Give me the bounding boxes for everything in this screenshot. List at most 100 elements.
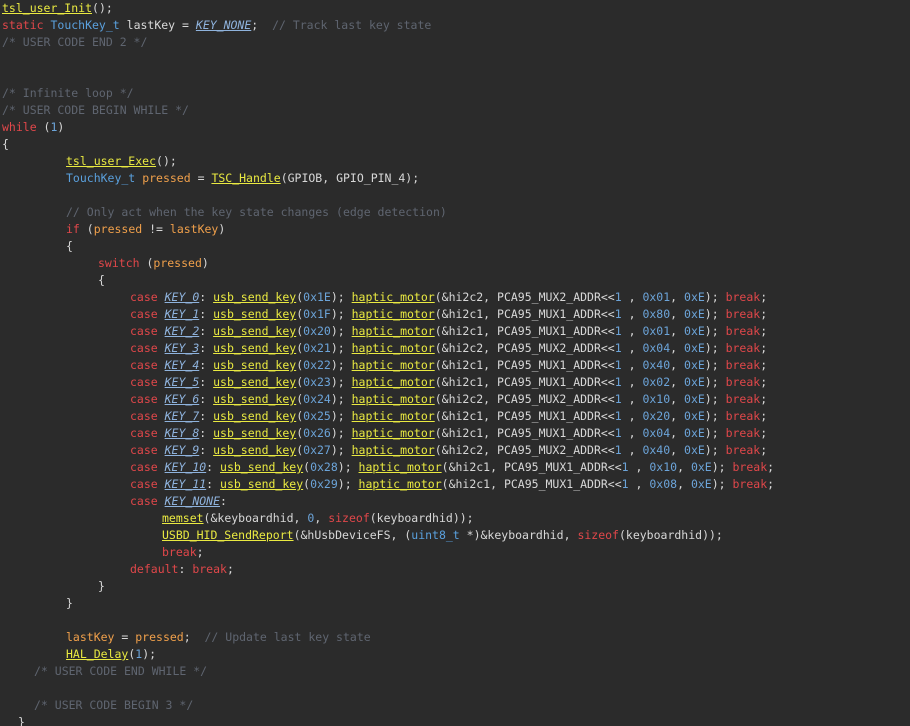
code-token: ; [760, 324, 768, 338]
type-token: TouchKey_t [50, 18, 120, 32]
code-token: ; [760, 307, 768, 321]
code-editor[interactable]: tsl_user_Init(); static TouchKey_t lastKe… [0, 0, 910, 726]
code-token: ); [704, 307, 726, 321]
comment-token: /* USER CODE BEGIN WHILE */ [2, 103, 189, 117]
code-line: USBD_HID_SendReport(&hUsbDeviceFS, (uint… [162, 527, 723, 544]
function-token: haptic_motor [351, 392, 435, 406]
function-token: usb_send_key [213, 341, 297, 355]
code-token: : [199, 409, 214, 423]
macro-token: KEY_10 [164, 460, 207, 474]
code-token: , [621, 409, 643, 423]
code-token: , [621, 341, 643, 355]
number-token: 1 [621, 460, 629, 474]
code-token: { [66, 239, 73, 253]
code-token: } [98, 579, 105, 593]
number-token: 1 [614, 375, 622, 389]
number-token: 0xE [684, 358, 705, 372]
function-token: usb_send_key [213, 443, 297, 457]
keyword-token: break [192, 562, 227, 576]
variable-token: lastKey [169, 222, 219, 236]
code-token: ); [704, 341, 726, 355]
code-line: } [66, 595, 73, 612]
code-line: // Only act when the key state changes (… [66, 204, 447, 221]
comment-token: /* USER CODE END 2 */ [2, 35, 148, 49]
code-line: /* USER CODE END WHILE */ [34, 663, 207, 680]
code-line: { [98, 272, 105, 289]
function-token: haptic_motor [351, 426, 435, 440]
code-line: /* Infinite loop */ [2, 85, 134, 102]
number-token: 0x40 [642, 358, 671, 372]
code-token: : [220, 494, 227, 508]
code-token: ; [760, 426, 768, 440]
code-token: ; [767, 477, 775, 491]
code-token: , [628, 477, 650, 491]
keyword-token: while [2, 120, 37, 134]
code-token: , [677, 460, 691, 474]
code-token: , [628, 460, 650, 474]
keyword-token: case [130, 494, 165, 508]
number-token: 0x02 [642, 375, 671, 389]
code-token: ); [330, 290, 352, 304]
macro-token: KEY_NONE [195, 18, 252, 32]
code-token: ) [218, 222, 226, 236]
variable-token: lastKey [66, 630, 115, 644]
macro-token: KEY_11 [164, 477, 207, 491]
number-token: 0xE [690, 477, 712, 491]
function-token: haptic_motor [358, 460, 442, 474]
macro-token: KEY_NONE [164, 494, 221, 508]
code-token: ); [337, 477, 359, 491]
function-token: haptic_motor [351, 409, 435, 423]
code-token: : [199, 324, 214, 338]
code-line: tsl_user_Init(); [2, 0, 113, 17]
code-token: ); [330, 324, 352, 338]
macro-token: KEY_8 [164, 426, 200, 440]
function-token: usb_send_key [213, 290, 297, 304]
code-token: { [98, 273, 105, 287]
function-token: haptic_motor [351, 324, 435, 338]
code-token: ); [704, 443, 726, 457]
code-token: ); [142, 647, 157, 661]
number-token: 0x22 [303, 358, 331, 372]
macro-token: KEY_0 [164, 290, 200, 304]
code-token: = [190, 171, 212, 185]
code-line: } [18, 714, 25, 726]
number-token: 1 [614, 290, 622, 304]
code-line: tsl_user_Exec(); [66, 153, 177, 170]
comment-token: /* Infinite loop */ [2, 86, 134, 100]
number-token: 0x26 [303, 426, 331, 440]
code-token: ); [704, 426, 726, 440]
code-token: , [670, 307, 685, 321]
number-token: 0xE [684, 392, 705, 406]
macro-token: KEY_3 [164, 341, 200, 355]
code-token: ); [330, 307, 352, 321]
function-token: usb_send_key [213, 307, 297, 321]
code-token: , [670, 324, 685, 338]
number-token: 1 [614, 307, 622, 321]
code-token: : [199, 358, 214, 372]
code-token: , [621, 375, 643, 389]
number-token: 0x04 [642, 426, 671, 440]
function-token: usb_send_key [220, 460, 304, 474]
keyword-token: case [130, 341, 165, 355]
keyword-token: case [130, 307, 165, 321]
number-token: 0x29 [310, 477, 338, 491]
keyword-token: break [725, 392, 761, 406]
keyword-token: case [130, 460, 165, 474]
number-token: 0xE [684, 426, 705, 440]
number-token: 0x21 [303, 341, 331, 355]
code-line: case KEY_8: usb_send_key(0x26); haptic_m… [130, 425, 767, 442]
code-line: /* USER CODE END 2 */ [2, 34, 147, 51]
function-token: haptic_motor [351, 341, 435, 355]
code-token: *)&keyboardhid, [459, 528, 578, 542]
code-token: , [670, 392, 685, 406]
macro-token: KEY_1 [164, 307, 200, 321]
keyword-token: case [130, 477, 165, 491]
code-token: ; [760, 409, 768, 423]
keyword-token: break [725, 443, 761, 457]
code-token: , [670, 443, 685, 457]
macro-token: KEY_7 [164, 409, 200, 423]
code-line: { [2, 136, 9, 153]
code-token: { [2, 137, 9, 151]
function-token: haptic_motor [358, 477, 442, 491]
code-token: ( [139, 256, 154, 270]
